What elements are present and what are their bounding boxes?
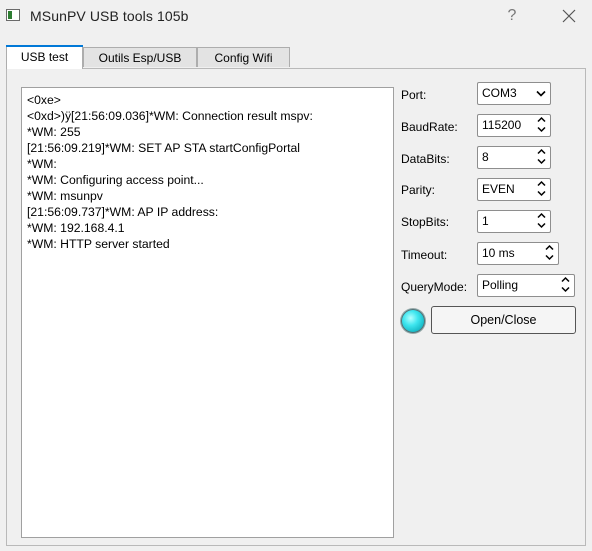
serial-output-console[interactable]: <0xe> <0xd>)ÿ[21:56:09.036]*WM: Connecti… bbox=[21, 87, 394, 538]
console-line: <0xd>)ÿ[21:56:09.036]*WM: Connection res… bbox=[27, 109, 313, 123]
spinner-arrows bbox=[535, 180, 548, 199]
baudrate-label: BaudRate: bbox=[401, 120, 458, 134]
console-line: *WM: HTTP server started bbox=[27, 237, 170, 251]
spin-down-icon[interactable] bbox=[559, 286, 572, 295]
spinner-arrows bbox=[535, 148, 548, 167]
open-close-button[interactable]: Open/Close bbox=[431, 306, 576, 334]
help-button[interactable]: ? bbox=[497, 2, 527, 30]
spinner-arrows bbox=[543, 244, 556, 263]
databits-label: DataBits: bbox=[401, 152, 450, 166]
port-select[interactable]: COM3 bbox=[477, 82, 551, 105]
tab-panel-usb-test: <0xe> <0xd>)ÿ[21:56:09.036]*WM: Connecti… bbox=[6, 68, 586, 546]
console-line: *WM: bbox=[27, 157, 57, 171]
close-button[interactable] bbox=[552, 2, 586, 30]
app-window-icon bbox=[6, 9, 20, 21]
console-line: *WM: Configuring access point... bbox=[27, 173, 204, 187]
tab-outils-esp-usb[interactable]: Outils Esp/USB bbox=[83, 47, 197, 67]
spin-up-icon[interactable] bbox=[535, 148, 548, 157]
spin-down-icon[interactable] bbox=[535, 190, 548, 199]
spinner-arrows bbox=[559, 276, 572, 295]
spin-down-icon[interactable] bbox=[543, 254, 556, 263]
parity-value: EVEN bbox=[482, 182, 515, 196]
querymode-spinner[interactable]: Polling bbox=[477, 274, 575, 297]
spin-up-icon[interactable] bbox=[543, 244, 556, 253]
spin-up-icon[interactable] bbox=[535, 180, 548, 189]
spin-down-icon[interactable] bbox=[535, 126, 548, 135]
port-label: Port: bbox=[401, 88, 427, 102]
console-line: *WM: 255 bbox=[27, 125, 81, 139]
timeout-label: Timeout: bbox=[401, 248, 448, 262]
status-led-icon bbox=[401, 309, 425, 333]
close-icon bbox=[562, 9, 576, 23]
stopbits-label: StopBits: bbox=[401, 215, 450, 229]
querymode-value: Polling bbox=[482, 278, 519, 292]
baudrate-spinner[interactable]: 115200 bbox=[477, 114, 551, 137]
window-title: MSunPV USB tools 105b bbox=[30, 8, 189, 24]
console-line: [21:56:09.219]*WM: SET AP STA startConfi… bbox=[27, 141, 301, 155]
spin-up-icon[interactable] bbox=[535, 212, 548, 221]
spin-down-icon[interactable] bbox=[535, 158, 548, 167]
spinner-arrows bbox=[535, 116, 548, 135]
spin-up-icon[interactable] bbox=[559, 276, 572, 285]
console-line: *WM: 192.168.4.1 bbox=[27, 221, 125, 235]
databits-value: 8 bbox=[482, 150, 489, 164]
chevron-down-icon[interactable] bbox=[534, 86, 547, 101]
port-value: COM3 bbox=[482, 86, 517, 100]
databits-spinner[interactable]: 8 bbox=[477, 146, 551, 169]
baudrate-value: 115200 bbox=[482, 118, 522, 132]
tab-config-wifi[interactable]: Config Wifi bbox=[197, 47, 290, 67]
timeout-spinner[interactable]: 10 ms bbox=[477, 242, 559, 265]
timeout-value: 10 ms bbox=[482, 246, 515, 260]
spin-down-icon[interactable] bbox=[535, 222, 548, 231]
querymode-label: QueryMode: bbox=[401, 280, 468, 294]
spin-up-icon[interactable] bbox=[535, 116, 548, 125]
console-line: <0xe> bbox=[27, 93, 61, 107]
spinner-arrows bbox=[535, 212, 548, 231]
console-line: [21:56:09.737]*WM: AP IP address: bbox=[27, 205, 219, 219]
parity-label: Parity: bbox=[401, 183, 436, 197]
title-bar: MSunPV USB tools 105b ? bbox=[0, 0, 592, 32]
parity-spinner[interactable]: EVEN bbox=[477, 178, 551, 201]
stopbits-spinner[interactable]: 1 bbox=[477, 210, 551, 233]
tab-usb-test[interactable]: USB test bbox=[6, 45, 83, 69]
stopbits-value: 1 bbox=[482, 214, 489, 228]
console-line: *WM: msunpv bbox=[27, 189, 103, 203]
